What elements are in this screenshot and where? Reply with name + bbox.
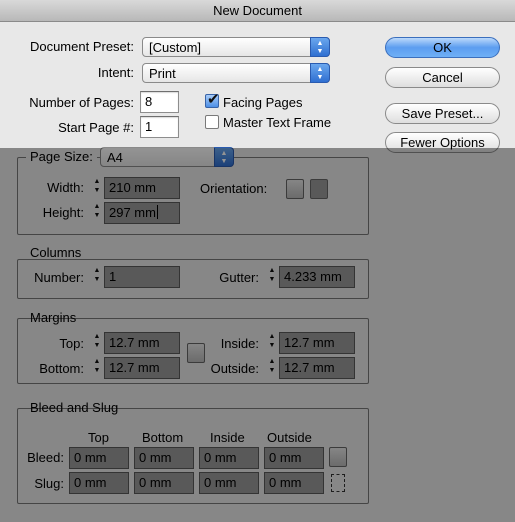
slug-bottom-input[interactable]: 0 mm (134, 472, 194, 494)
margin-bottom-stepper[interactable]: ▲ ▼ (90, 357, 104, 379)
document-preset-select[interactable]: [Custom] ▲ ▼ (142, 37, 330, 57)
orientation-label: Orientation: (200, 181, 268, 196)
bleed-slug-title: Bleed and Slug (30, 400, 119, 415)
number-of-pages-label: Number of Pages: (29, 95, 134, 110)
text-caret (156, 205, 158, 219)
margin-top-input[interactable]: 12.7 mm (104, 332, 180, 354)
page-size-value: A4 (107, 150, 123, 165)
slug-top-input[interactable]: 0 mm (69, 472, 129, 494)
fewer-options-button[interactable]: Fewer Options (385, 132, 500, 153)
slug-label: Slug: (34, 476, 64, 491)
ok-button[interactable]: OK (385, 37, 500, 58)
bleed-bottom-input[interactable]: 0 mm (134, 447, 194, 469)
intent-value: Print (149, 66, 176, 81)
save-preset-button[interactable]: Save Preset... (385, 103, 500, 124)
margin-top-stepper[interactable]: ▲ ▼ (90, 332, 104, 354)
window-title: New Document (0, 0, 515, 22)
gutter-label: Gutter: (219, 270, 259, 285)
margin-outside-stepper[interactable]: ▲ ▼ (265, 357, 279, 379)
document-preset-value: [Custom] (149, 40, 202, 55)
page-size-label: Page Size: (26, 149, 97, 164)
columns-number-input[interactable]: 1 (104, 266, 180, 288)
new-document-dialog: New Document Document Preset: [Custom] ▲… (0, 0, 515, 522)
document-preset-label: Document Preset: (29, 39, 134, 54)
chevron-updown-icon: ▲ ▼ (310, 63, 330, 83)
margin-bottom-label: Bottom: (39, 361, 84, 376)
facing-pages-label: Facing Pages (223, 95, 303, 110)
width-stepper[interactable]: ▲ ▼ (90, 177, 104, 199)
bleed-top-input[interactable]: 0 mm (69, 447, 129, 469)
bleed-header-top: Top (88, 430, 109, 445)
columns-title: Columns (30, 245, 82, 260)
margin-inside-label: Inside: (220, 336, 259, 351)
margin-inside-stepper[interactable]: ▲ ▼ (265, 332, 279, 354)
bleed-link-chain-icon[interactable] (329, 447, 347, 467)
height-value: 297 mm (109, 205, 156, 220)
margin-top-label: Top: (59, 336, 84, 351)
intent-label: Intent: (97, 65, 134, 80)
portrait-orientation-icon[interactable] (286, 179, 304, 199)
height-label: Height: (42, 205, 84, 220)
slug-outside-input[interactable]: 0 mm (264, 472, 324, 494)
margin-inside-input[interactable]: 12.7 mm (279, 332, 355, 354)
columns-number-label: Number: (34, 270, 84, 285)
columns-number-stepper[interactable]: ▲ ▼ (90, 266, 104, 288)
start-page-label: Start Page #: (58, 120, 134, 135)
margin-outside-label: Outside: (210, 361, 259, 376)
slug-unlink-chain-icon[interactable] (331, 474, 345, 492)
gutter-stepper[interactable]: ▲ ▼ (265, 266, 279, 288)
width-input[interactable]: 210 mm (104, 177, 180, 199)
chevron-updown-icon: ▲ ▼ (214, 147, 234, 167)
bleed-header-inside: Inside (210, 430, 245, 445)
number-of-pages-input[interactable]: 8 (140, 91, 179, 113)
bleed-inside-input[interactable]: 0 mm (199, 447, 259, 469)
margins-title: Margins (30, 310, 77, 325)
margin-outside-input[interactable]: 12.7 mm (279, 357, 355, 379)
height-stepper[interactable]: ▲ ▼ (90, 202, 104, 224)
slug-inside-input[interactable]: 0 mm (199, 472, 259, 494)
margin-bottom-input[interactable]: 12.7 mm (104, 357, 180, 379)
landscape-orientation-icon[interactable] (310, 179, 328, 199)
bleed-header-bottom: Bottom (142, 430, 184, 445)
facing-pages-checkbox[interactable]: ✔ (205, 91, 220, 108)
cancel-button[interactable]: Cancel (385, 67, 500, 88)
master-text-frame-checkbox[interactable] (205, 115, 219, 129)
page-size-select[interactable]: A4 ▲ ▼ (100, 147, 234, 167)
bleed-header-outside: Outside (267, 430, 312, 445)
start-page-input[interactable]: 1 (140, 116, 179, 138)
height-input[interactable]: 297 mm (104, 202, 180, 224)
checkmark-icon: ✔ (207, 91, 220, 108)
bleed-label: Bleed: (27, 450, 64, 465)
gutter-input[interactable]: 4.233 mm (279, 266, 355, 288)
width-label: Width: (47, 180, 84, 195)
master-text-frame-label: Master Text Frame (223, 115, 332, 130)
chevron-updown-icon: ▲ ▼ (310, 37, 330, 57)
intent-select[interactable]: Print ▲ ▼ (142, 63, 330, 83)
bleed-outside-input[interactable]: 0 mm (264, 447, 324, 469)
